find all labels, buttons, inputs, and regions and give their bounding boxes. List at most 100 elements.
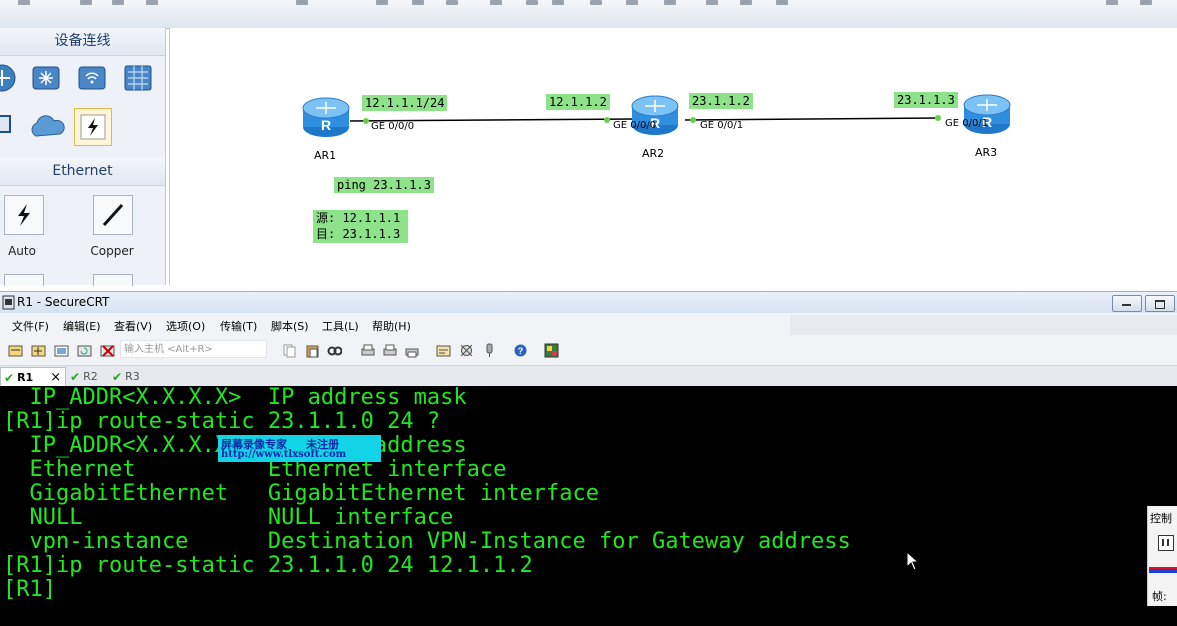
toolbar-icon[interactable] <box>664 0 676 5</box>
minimize-button[interactable] <box>1112 295 1142 312</box>
keymap-icon[interactable] <box>482 343 497 358</box>
toolbar-icon[interactable] <box>296 0 308 5</box>
find-icon[interactable] <box>327 343 342 358</box>
toolbar-icon[interactable] <box>706 0 718 5</box>
close-icon[interactable]: × <box>50 370 61 385</box>
terminal-line: GigabitEthernet GigabitEthernet interfac… <box>3 481 600 506</box>
disconnect-icon[interactable] <box>100 343 115 358</box>
toolbar-icon[interactable] <box>590 0 602 5</box>
cloud-category-icon[interactable] <box>28 112 66 142</box>
pc-category-icon[interactable] <box>0 112 14 142</box>
toolbar-icon[interactable] <box>490 0 502 5</box>
menu-edit[interactable]: 编辑(E) <box>63 318 101 334</box>
toolbar-icon[interactable] <box>376 0 388 5</box>
tab-r2[interactable]: ✔ R2 <box>70 367 98 386</box>
control-label: 控制 <box>1150 512 1172 525</box>
toolbar-icon[interactable] <box>740 0 752 5</box>
print-icon[interactable] <box>360 343 375 358</box>
cable-tile-partial[interactable] <box>93 274 133 286</box>
toolbar-icon[interactable] <box>112 0 124 5</box>
copper-cable-tile[interactable] <box>93 195 133 235</box>
toolbar-icon[interactable] <box>1106 0 1118 5</box>
firewall-category-icon[interactable] <box>122 62 154 94</box>
connect-icon[interactable] <box>8 343 23 358</box>
toolbar-icon[interactable] <box>18 0 30 5</box>
topology-canvas[interactable]: R AR1 R AR2 R AR3 GE 0/0/0 GE 0/0/0 GE 0… <box>169 28 1177 285</box>
help-icon[interactable]: ? <box>513 343 528 358</box>
ar1-ip-label[interactable]: 12.1.1.1/24 <box>362 95 448 111</box>
ar2-left-ip-label[interactable]: 12.1.1.2 <box>546 94 610 110</box>
toolbar-icon[interactable] <box>412 0 424 5</box>
ar2-port-right-label: GE 0/0/1 <box>700 120 744 131</box>
toolbar-icon[interactable] <box>1140 0 1152 5</box>
paste-icon[interactable] <box>305 343 320 358</box>
session-options-icon[interactable] <box>436 343 451 358</box>
window-title: R1 - SecureCRT <box>17 295 110 309</box>
sftp-icon[interactable] <box>544 343 559 358</box>
crt-toolbar: 输入主机 <Alt+R> ? <box>0 337 1177 366</box>
menu-tools[interactable]: 工具(L) <box>322 318 359 334</box>
ar2-right-ip-label[interactable]: 23.1.1.2 <box>689 93 753 109</box>
destination-label[interactable]: 目: 23.1.1.3 <box>313 226 409 243</box>
pause-button[interactable] <box>1158 535 1174 551</box>
connect-tab-icon[interactable] <box>54 343 69 358</box>
svg-text:R: R <box>321 117 331 133</box>
source-label[interactable]: 源: 12.1.1.1 <box>313 210 409 226</box>
session-tabs: ✔ R1 × ✔ R2 ✔ R3 <box>0 366 1177 387</box>
copy-icon[interactable] <box>282 343 297 358</box>
recorder-watermark: 屏幕录像专家 未注册 http://www.tlxsoft.com <box>218 435 381 462</box>
cable-tile-partial[interactable] <box>4 274 44 286</box>
cable-category-tile[interactable] <box>74 108 112 146</box>
router-ar2-icon[interactable]: R <box>630 92 680 138</box>
frame-label: 帧: <box>1152 590 1167 603</box>
ar3-port-label: GE 0/0/1 <box>945 118 989 129</box>
quick-connect-icon[interactable] <box>31 343 46 358</box>
reconnect-icon[interactable] <box>77 343 92 358</box>
menu-view[interactable]: 查看(V) <box>114 318 152 334</box>
check-icon: ✔ <box>4 370 15 385</box>
terminal-line: [R1]ip route-static 23.1.1.0 24 ? <box>3 409 441 434</box>
toolbar-icon[interactable] <box>80 0 92 5</box>
router-ar2-name: AR2 <box>642 147 665 160</box>
menu-help[interactable]: 帮助(H) <box>372 318 411 334</box>
tab-r2-label: R2 <box>83 370 98 383</box>
toolbar-icon[interactable] <box>446 0 458 5</box>
menu-transfer[interactable]: 传输(T) <box>220 318 257 334</box>
terminal-line: [R1]ip route-static 23.1.1.0 24 12.1.1.2 <box>3 553 533 578</box>
copper-cable-icon <box>102 203 124 227</box>
progress-bar <box>1149 567 1177 573</box>
print-screen-icon[interactable] <box>382 343 397 358</box>
router-category-icon[interactable] <box>0 62 18 94</box>
router-ar3-icon[interactable]: R <box>962 91 1012 137</box>
toolbar-icon[interactable] <box>776 0 788 5</box>
router-ar1-icon[interactable]: R <box>301 94 351 140</box>
port-indicator <box>935 115 941 121</box>
copper-cable-label: Copper <box>90 244 134 258</box>
ar2-port-left-label: GE 0/0/0 <box>613 120 657 131</box>
auto-cable-tile[interactable] <box>4 195 44 235</box>
check-icon: ✔ <box>112 369 123 384</box>
printer-icon[interactable] <box>404 343 419 358</box>
maximize-button[interactable] <box>1145 295 1175 312</box>
toolbar-icon[interactable] <box>626 0 638 5</box>
wireless-category-icon[interactable] <box>76 62 108 94</box>
tab-r3-label: R3 <box>125 370 140 383</box>
ping-label[interactable]: ping 23.1.1.3 <box>334 177 434 193</box>
menu-script[interactable]: 脚本(S) <box>271 318 309 334</box>
menu-file[interactable]: 文件(F) <box>12 318 49 334</box>
switch-category-icon[interactable] <box>30 62 62 94</box>
tab-r3[interactable]: ✔ R3 <box>112 367 140 386</box>
terminal-output[interactable]: IP_ADDR<X.X.X.X> IP address mask [R1]ip … <box>0 386 1177 626</box>
toolbar-icon[interactable] <box>526 0 538 5</box>
main-toolbar <box>0 0 1177 29</box>
ar3-ip-label[interactable]: 23.1.1.3 <box>894 92 958 108</box>
global-options-icon[interactable] <box>459 343 474 358</box>
mouse-cursor-icon <box>906 551 920 571</box>
app-icon <box>2 295 15 310</box>
toolbar-icon[interactable] <box>146 0 158 5</box>
terminal-line: NULL NULL interface <box>3 505 454 530</box>
toolbar-icon[interactable] <box>552 0 564 5</box>
tab-r1[interactable]: ✔ R1 × <box>0 367 66 387</box>
host-input[interactable]: 输入主机 <Alt+R> <box>120 340 267 358</box>
menu-options[interactable]: 选项(O) <box>166 318 205 334</box>
